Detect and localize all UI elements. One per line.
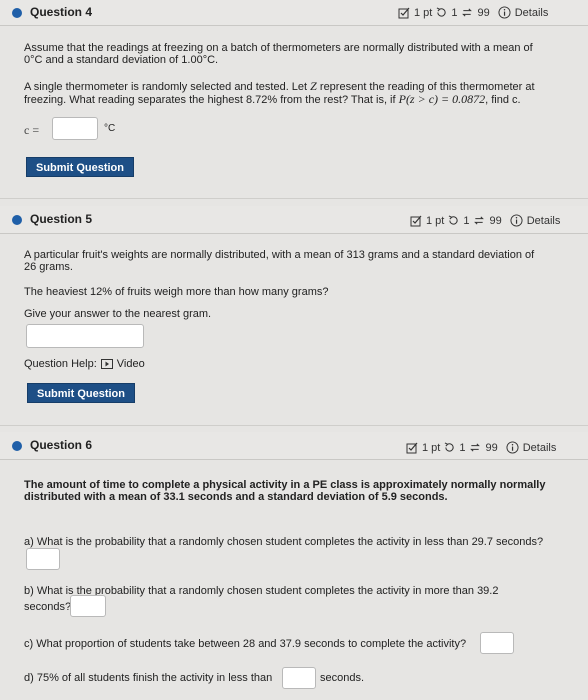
prompt-text: A single thermometer is randomly selecte…: [24, 81, 311, 93]
stem-line: distributed with a mean of 33.1 seconds …: [24, 491, 448, 503]
prompt-text: , find c.: [485, 94, 521, 106]
prompt-text: freezing. What reading separates the hig…: [24, 94, 399, 106]
answer-c-input[interactable]: [52, 117, 98, 140]
points-text: 1 pt: [414, 6, 433, 19]
attempts-text: 1: [459, 441, 466, 454]
section-divider: [0, 198, 588, 199]
probability-expression: P(z > c) = 0.0872: [398, 92, 486, 106]
submit-question-4-button[interactable]: Submit Question: [26, 157, 134, 177]
attempts-icon: [437, 7, 447, 17]
question-4-header: Question 4 1 pt 1 99 Details: [0, 0, 588, 26]
part-c-text: c) What proportion of students take betw…: [24, 638, 467, 650]
points-text: 1 pt: [422, 441, 441, 454]
question-6-header: Question 6 1 pt 1 99 Details: [0, 432, 588, 460]
stem-line: 26 grams.: [24, 261, 73, 273]
question-status-dot: [12, 215, 22, 225]
question-5-header: Question 5 1 pt 1 99 Details: [0, 206, 588, 234]
question-meta: 1 pt 1 99 Details: [410, 214, 560, 227]
question-6-stem: The amount of time to complete a physica…: [24, 479, 545, 503]
unit-label: °C: [104, 123, 116, 134]
question-title: Question 4: [30, 5, 93, 19]
attempts-icon: [449, 215, 459, 225]
question-status-dot: [12, 441, 22, 451]
stem-line: 0°C and a standard deviation of 1.00°C.: [24, 54, 219, 66]
points-icon: [406, 442, 418, 453]
points-text: 1 pt: [426, 214, 445, 227]
part-d-text-before: d) 75% of all students finish the activi…: [24, 672, 273, 684]
video-link[interactable]: Video: [117, 358, 145, 370]
question-help: Question Help: Video: [24, 358, 145, 370]
variable-z: Z: [310, 79, 317, 93]
question-5-stem: A particular fruit's weights are normall…: [24, 249, 534, 273]
stem-line: Assume that the readings at freezing on …: [24, 42, 533, 54]
part-a-text: a) What is the probability that a random…: [24, 536, 544, 548]
answer-label: c =: [24, 123, 40, 137]
points-icon: [410, 215, 422, 226]
question-meta: 1 pt 1 99 Details: [398, 6, 548, 19]
points-icon: [398, 7, 410, 18]
retry-icon: [462, 8, 473, 17]
video-icon[interactable]: [100, 359, 113, 369]
attempts-icon: [445, 442, 455, 452]
question-meta: 1 pt 1 99 Details: [406, 441, 556, 454]
question-4-stem: Assume that the readings at freezing on …: [24, 42, 533, 66]
question-title: Question 6: [30, 438, 93, 452]
part-c-input[interactable]: [480, 632, 514, 654]
tries-text: 99: [489, 214, 502, 227]
attempts-text: 1: [463, 214, 470, 227]
part-b-input[interactable]: [70, 595, 106, 617]
question-help-label: Question Help:: [24, 358, 97, 370]
details-link[interactable]: Details: [515, 7, 549, 19]
details-link[interactable]: Details: [527, 215, 561, 227]
tries-text: 99: [485, 441, 498, 454]
section-divider: [0, 425, 588, 426]
stem-line: A particular fruit's weights are normall…: [24, 249, 535, 261]
info-icon: [510, 214, 523, 227]
question-status-dot: [12, 8, 22, 18]
attempts-text: 1: [451, 6, 458, 19]
stem-line: The amount of time to complete a physica…: [24, 479, 546, 491]
retry-icon: [474, 216, 485, 225]
question-5-prompt: The heaviest 12% of fruits weigh more th…: [24, 286, 329, 298]
info-icon: [498, 6, 511, 19]
details-link[interactable]: Details: [523, 442, 557, 454]
question-4-prompt: A single thermometer is randomly selecte…: [24, 80, 535, 106]
submit-question-5-button[interactable]: Submit Question: [27, 383, 135, 403]
part-d-input[interactable]: [282, 667, 316, 689]
info-icon: [506, 441, 519, 454]
answer-grams-input[interactable]: [26, 324, 144, 348]
question-5-instruction: Give your answer to the nearest gram.: [24, 308, 212, 320]
part-a-input[interactable]: [26, 548, 60, 570]
retry-icon: [470, 443, 481, 452]
tries-text: 99: [477, 6, 490, 19]
question-title: Question 5: [30, 212, 93, 226]
part-d-text-after: seconds.: [320, 672, 365, 684]
